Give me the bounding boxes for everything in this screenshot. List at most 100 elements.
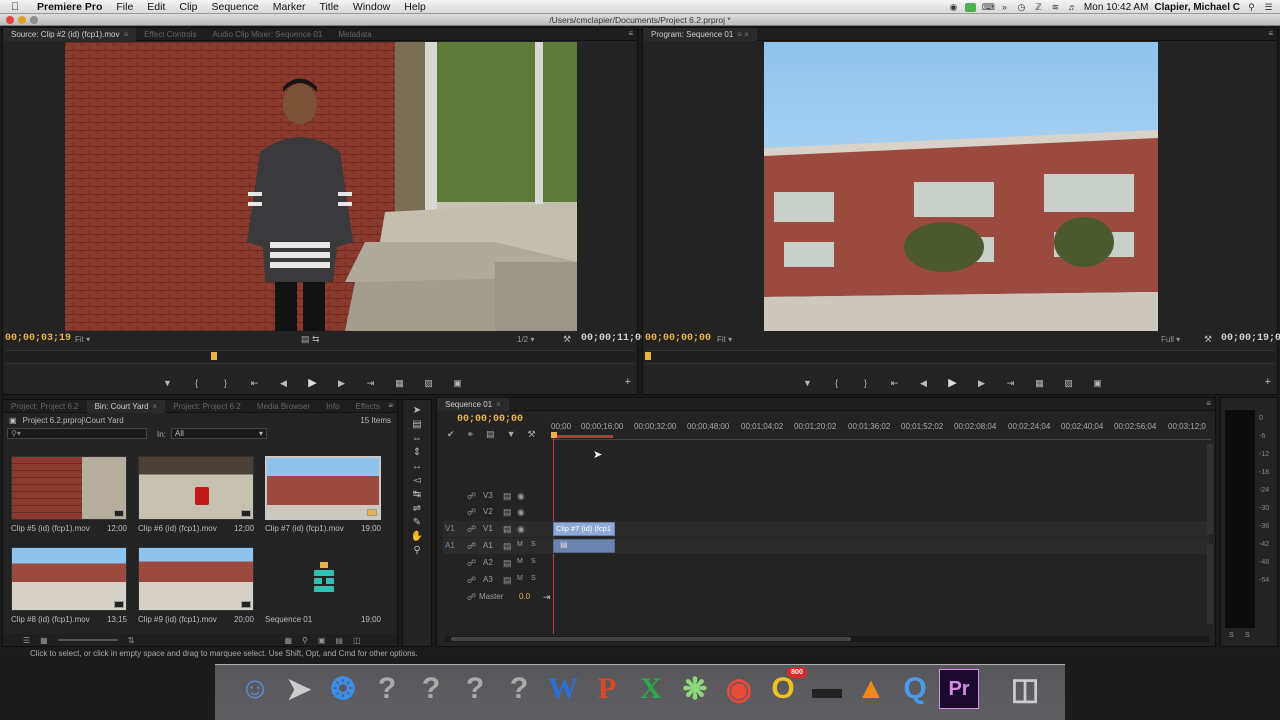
- go-to-out-icon[interactable]: ⇥: [356, 376, 385, 390]
- trash-icon[interactable]: ◫: [353, 636, 361, 645]
- linked-selection-icon[interactable]: ⚭: [467, 429, 475, 440]
- slip-tool-icon[interactable]: ↹: [409, 488, 425, 502]
- camera-icon[interactable]: ▣: [1083, 376, 1112, 390]
- go-to-out-icon[interactable]: ⇥: [996, 376, 1025, 390]
- lift-icon[interactable]: ▦: [1025, 376, 1054, 390]
- hand-tool-icon[interactable]: ✋: [409, 530, 425, 544]
- snap-icon[interactable]: ✔: [447, 429, 455, 440]
- lock-icon[interactable]: ☍: [467, 541, 476, 552]
- track-v2[interactable]: ☍ V2 ▤ ◉: [443, 504, 1209, 520]
- mark-out-icon[interactable]: }: [211, 376, 240, 390]
- audio-clip[interactable]: ▤: [553, 539, 615, 553]
- tab-source[interactable]: Source: Clip #2 (id) (fcp1).mov ≡: [3, 27, 137, 41]
- eye-icon[interactable]: ◉: [517, 491, 525, 502]
- timeline-vertical-scrollbar-audio[interactable]: [1207, 544, 1213, 624]
- launchpad-icon[interactable]: ➤: [279, 669, 319, 709]
- excel-icon[interactable]: X: [631, 669, 671, 709]
- film-icon[interactable]: ▤: [503, 507, 512, 518]
- tab-sequence-01[interactable]: Sequence 01 ×: [437, 397, 509, 411]
- tab-effect-controls[interactable]: Effect Controls: [136, 28, 204, 41]
- menu-edit[interactable]: Edit: [140, 1, 172, 13]
- button-editor-icon[interactable]: +: [1265, 376, 1271, 388]
- fast-forward-icon[interactable]: »: [999, 2, 1010, 12]
- tab-bin-court-yard[interactable]: Bin: Court Yard ×: [86, 399, 166, 413]
- sync-app-icon[interactable]: ❋: [675, 669, 715, 709]
- automate-icon[interactable]: ▦: [284, 636, 292, 645]
- missing-app-icon[interactable]: ?: [367, 669, 407, 709]
- program-zoom-dropdown[interactable]: Fit ▾: [717, 335, 732, 344]
- in-filter-dropdown[interactable]: All ▾: [171, 428, 267, 439]
- play-icon[interactable]: ▶: [298, 376, 327, 390]
- ripple-edit-tool-icon[interactable]: ⇔: [409, 432, 425, 446]
- tab-program[interactable]: Program: Sequence 01 ≡ ×: [643, 27, 757, 41]
- wifi-icon[interactable]: ≋: [1050, 2, 1061, 12]
- solo-left-button[interactable]: S: [1229, 632, 1234, 639]
- app-menu[interactable]: Premiere Pro: [30, 1, 109, 13]
- vlc-icon[interactable]: ▲: [851, 669, 891, 709]
- sync-icon[interactable]: ⌨: [982, 2, 995, 12]
- chrome-icon[interactable]: ◉: [719, 669, 759, 709]
- lock-icon[interactable]: ☍: [467, 524, 476, 535]
- tab-project[interactable]: Project: Project 6.2: [3, 400, 87, 413]
- lock-icon[interactable]: ☍: [467, 507, 476, 518]
- program-resolution-dropdown[interactable]: Full ▾: [1161, 335, 1180, 344]
- track-a2[interactable]: ☍ A2 ▤ M S: [443, 555, 1209, 571]
- timeline-playhead[interactable]: [551, 432, 557, 438]
- time-machine-icon[interactable]: ◷: [1016, 2, 1027, 12]
- word-icon[interactable]: W: [543, 669, 583, 709]
- mark-in-icon[interactable]: {: [182, 376, 211, 390]
- tab-metadata[interactable]: Metadata: [330, 28, 379, 41]
- play-icon[interactable]: ▶: [938, 376, 967, 390]
- extract-icon[interactable]: ▧: [1054, 376, 1083, 390]
- menu-marker[interactable]: Marker: [266, 1, 313, 13]
- mute-button[interactable]: M: [517, 575, 523, 582]
- close-tab-icon[interactable]: ≡: [123, 30, 128, 39]
- panel-menu-icon[interactable]: ≡: [1206, 399, 1211, 408]
- tab-media-browser[interactable]: Media Browser: [249, 400, 318, 413]
- new-item-icon[interactable]: ▤: [335, 636, 343, 645]
- lock-icon[interactable]: ☍: [467, 592, 476, 603]
- master-volume[interactable]: 0.0: [519, 592, 530, 601]
- source-video-frame[interactable]: [65, 42, 577, 331]
- add-marker-icon[interactable]: ▼: [153, 376, 182, 390]
- volume-icon[interactable]: ♬: [1067, 2, 1078, 12]
- icon-view-icon[interactable]: ▦: [40, 636, 48, 645]
- lock-icon[interactable]: ☍: [467, 491, 476, 502]
- video-clip[interactable]: Clip #7 (id) (fcp1: [553, 522, 615, 536]
- step-forward-icon[interactable]: ▶: [327, 376, 356, 390]
- solo-button[interactable]: S: [531, 541, 536, 548]
- tab-audio-clip-mixer[interactable]: Audio Clip Mixer: Sequence 01: [204, 28, 330, 41]
- clock[interactable]: Mon 10:42 AM: [1084, 2, 1148, 13]
- zoom-tool-icon[interactable]: ⚲: [409, 544, 425, 558]
- add-marker-icon[interactable]: ▤: [486, 429, 495, 440]
- button-editor-icon[interactable]: +: [625, 376, 631, 388]
- step-forward-icon[interactable]: ▶: [967, 376, 996, 390]
- bin-search-input[interactable]: ⚲▾: [7, 428, 147, 439]
- tab-project-2[interactable]: Project: Project 6.2: [165, 400, 249, 413]
- scrollbar-thumb[interactable]: [451, 637, 851, 641]
- program-time-ruler[interactable]: [645, 350, 1275, 364]
- overwrite-icon[interactable]: ▧: [414, 376, 443, 390]
- timeline-vertical-scrollbar-video[interactable]: [1207, 444, 1213, 534]
- solo-right-button[interactable]: S: [1245, 632, 1250, 639]
- rate-stretch-tool-icon[interactable]: ↔: [409, 460, 425, 474]
- missing-app-icon[interactable]: ?: [455, 669, 495, 709]
- track-a3[interactable]: ☍ A3 ▤ M S: [443, 572, 1209, 588]
- tab-effects[interactable]: Effects: [348, 400, 388, 413]
- track-v3[interactable]: ☍ V3 ▤ ◉: [443, 488, 1209, 504]
- quicktime-icon[interactable]: Q: [895, 669, 935, 709]
- panel-menu-icon[interactable]: ≡: [388, 401, 393, 410]
- eye-icon[interactable]: ◉: [517, 507, 525, 518]
- insert-icon[interactable]: ▦: [385, 376, 414, 390]
- bin-item-clip-6[interactable]: Clip #6 (id) (fcp1).mov 12;00: [138, 456, 258, 533]
- powerpoint-icon[interactable]: P: [587, 669, 627, 709]
- step-back-icon[interactable]: ◀: [909, 376, 938, 390]
- timeline-timecode[interactable]: 00;00;00;00: [457, 414, 523, 425]
- notifications-icon[interactable]: ☰: [1263, 2, 1274, 12]
- bin-item-clip-7[interactable]: Clip #7 (id) (fcp1).mov 19;00: [265, 456, 385, 533]
- sync-lock-icon[interactable]: ▤: [503, 541, 512, 552]
- trash-icon[interactable]: ◫: [1005, 669, 1045, 709]
- solo-button[interactable]: S: [531, 575, 536, 582]
- lock-icon[interactable]: ☍: [467, 558, 476, 569]
- step-back-icon[interactable]: ◀: [269, 376, 298, 390]
